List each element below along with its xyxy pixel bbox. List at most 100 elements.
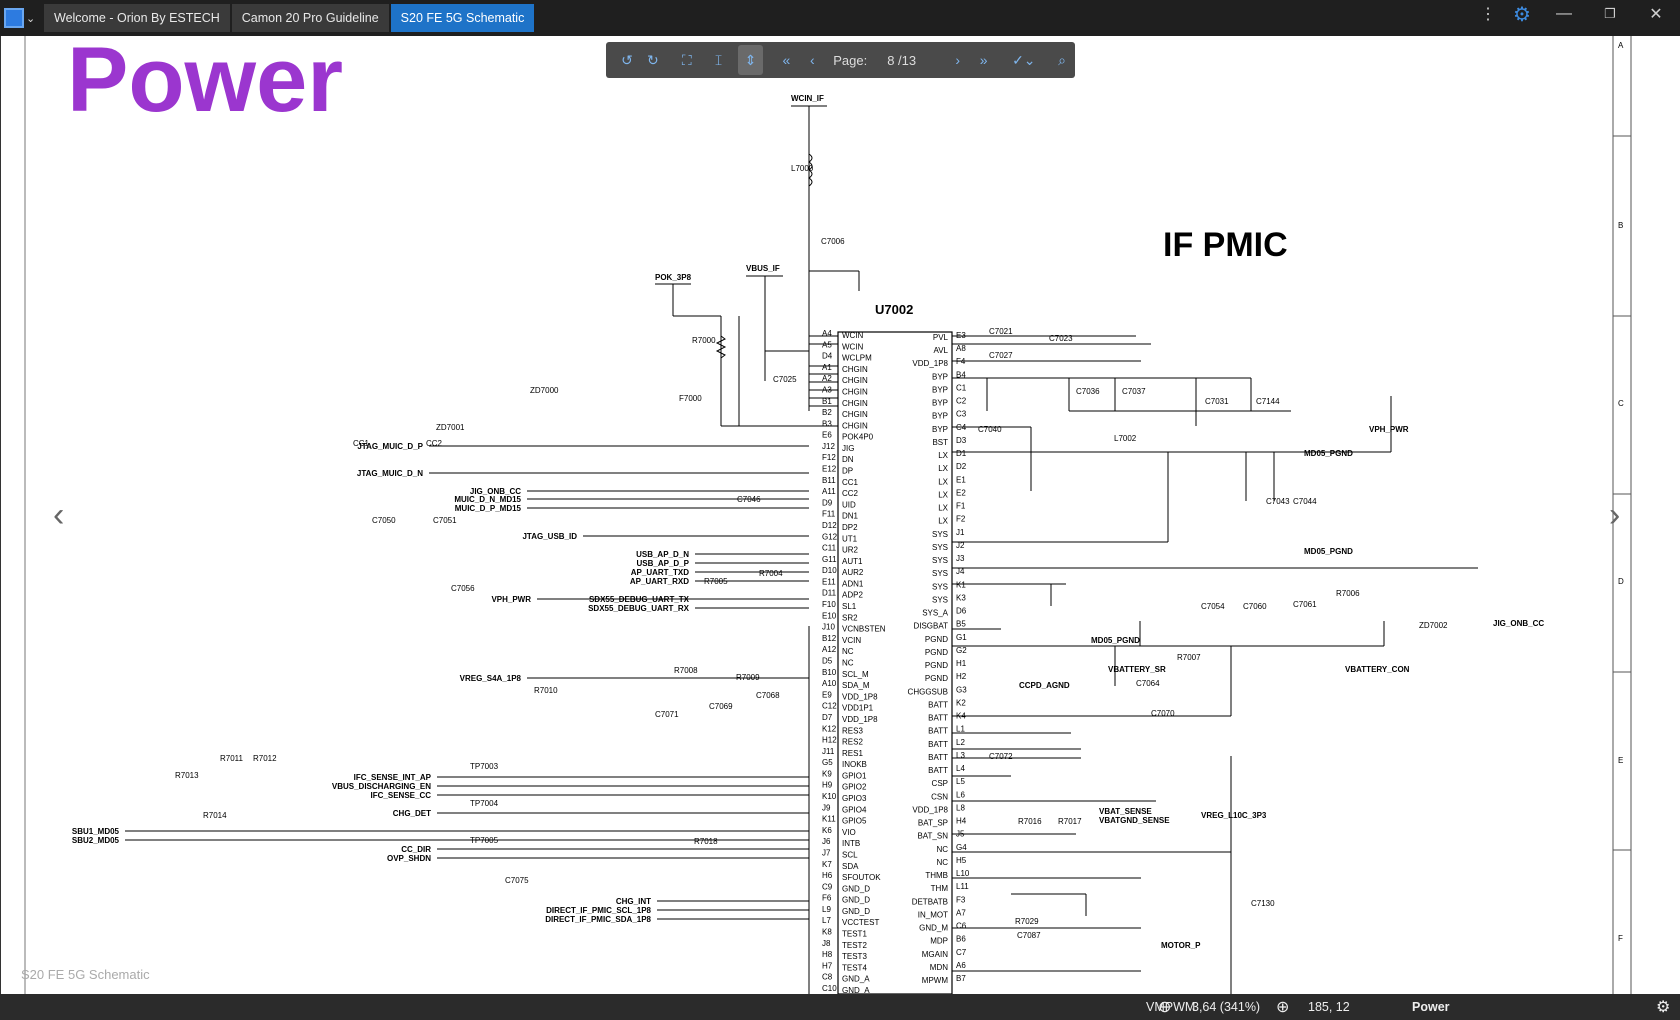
- chip-pin-name: RES1: [842, 749, 863, 758]
- chip-pin-name: BAT_SN: [917, 832, 948, 841]
- chip-pin-name: LX: [938, 490, 948, 499]
- chip-pin-name: SL1: [842, 602, 857, 611]
- rotate-right-icon[interactable]: ↻: [640, 45, 666, 75]
- chip-pin-ball: B6: [956, 935, 966, 944]
- chip-pin-ball: K8: [822, 928, 832, 937]
- chip-pin-ball: J10: [822, 623, 835, 632]
- component-designator: R7017: [1058, 817, 1082, 826]
- chip-pin-ball: G1: [956, 633, 967, 642]
- app-menu-button[interactable]: ⌄: [4, 4, 42, 32]
- component-designator: C7051: [433, 516, 457, 525]
- last-page-icon[interactable]: »: [971, 45, 997, 75]
- page-number-input[interactable]: 8 /13: [887, 53, 945, 68]
- component-designator: C7064: [1136, 679, 1160, 688]
- scroll-mode-icon[interactable]: ⇕: [737, 45, 764, 75]
- viewer-toolbar: ↺ ↻ ⛶ 𝙸 ⇕ « ‹ Page: 8 /13 › » ✓⌄ ⌕: [606, 42, 1075, 78]
- net-label: IFC_SENSE_INT_AP: [354, 773, 432, 782]
- close-icon[interactable]: ✕: [1636, 0, 1676, 28]
- chip-pin-ball: K2: [956, 698, 966, 707]
- ruler-letter: E: [1618, 756, 1623, 765]
- fit-page-icon[interactable]: ⛶: [674, 45, 700, 75]
- global-settings-icon[interactable]: ⚙: [1656, 997, 1670, 1017]
- chip-pin-ball: D4: [822, 352, 833, 361]
- doc-watermark: S20 FE 5G Schematic: [21, 967, 150, 982]
- chip-pin-ball: G3: [956, 685, 967, 694]
- component-designator: C7130: [1251, 899, 1275, 908]
- chip-pin-name: VCNBSTEN: [842, 625, 886, 634]
- chip-pin-name: WCLPM: [842, 354, 872, 363]
- next-page-arrow-icon[interactable]: ›: [1609, 496, 1620, 535]
- chip-pin-ball: E11: [822, 577, 836, 586]
- net-label: USB_AP_D_N: [636, 550, 689, 559]
- chip-pin-ball: L5: [956, 777, 965, 786]
- next-page-icon[interactable]: ›: [945, 45, 971, 75]
- chip-pin-name: GPIO3: [842, 794, 867, 803]
- chip-pin-name: POK4P0: [842, 433, 874, 442]
- chip-pin-ball: J1: [956, 528, 965, 537]
- rotate-left-icon[interactable]: ↺: [614, 45, 640, 75]
- component-designator: C7021: [989, 327, 1013, 336]
- chip-pin-name: RES3: [842, 726, 863, 735]
- chip-pin-ball: A11: [822, 487, 836, 496]
- chip-pin-ball: H12: [822, 736, 837, 745]
- chip-pin-ball: K6: [822, 826, 832, 835]
- text-select-icon[interactable]: 𝙸: [706, 45, 732, 75]
- chip-pin-ball: A6: [956, 961, 966, 970]
- chip-pin-name: SYS: [932, 582, 948, 591]
- component-designator: R7007: [1177, 653, 1201, 662]
- chip-pin-name: TEST2: [842, 941, 867, 950]
- net-label: MUIC_D_N_MD15: [454, 495, 521, 504]
- chip-pin-ball: B10: [822, 668, 837, 677]
- tab-camon-guideline[interactable]: Camon 20 Pro Guideline: [231, 4, 389, 32]
- chip-pin-name: GND_A: [842, 975, 870, 984]
- search-icon[interactable]: ⌕: [1049, 45, 1075, 75]
- ruler-letter: D: [1618, 577, 1624, 586]
- chip-pin-name: BAT_SP: [918, 819, 948, 828]
- component-designator: R7013: [175, 771, 199, 780]
- chip-pin-ball: F2: [956, 515, 966, 524]
- tab-s20-schematic[interactable]: S20 FE 5G Schematic: [390, 4, 535, 32]
- component-designator: ZD7001: [436, 423, 465, 432]
- chip-pin-ball: A5: [822, 340, 832, 349]
- settings-gear-icon[interactable]: ⚙: [1502, 0, 1542, 28]
- chip-pin-name: TEST4: [842, 963, 867, 972]
- previous-page-icon[interactable]: ‹: [799, 45, 825, 75]
- status-bar: VMPWM ⊖ 3,64 (341%) ⊕ 185, 12 Power ⚙: [0, 994, 1680, 1020]
- restore-icon[interactable]: ❐: [1590, 0, 1630, 28]
- chip-pin-ball: D10: [822, 566, 837, 575]
- chip-pin-ball: B3: [822, 419, 832, 428]
- annotate-tool-icon[interactable]: ✓⌄: [1007, 45, 1042, 75]
- net-label: DIRECT_IF_PMIC_SCL_1P8: [546, 906, 651, 915]
- net-label: VBATGND_SENSE: [1099, 816, 1170, 825]
- zoom-out-icon[interactable]: ⊖: [1158, 997, 1171, 1017]
- chip-pin-name: ADP2: [842, 591, 863, 600]
- chip-pin-name: MDP: [930, 937, 948, 946]
- component-designator: C7061: [1293, 600, 1317, 609]
- net-label: OVP_SHDN: [387, 854, 431, 863]
- component-designator: C7044: [1293, 497, 1317, 506]
- chip-pin-name: BYP: [932, 412, 948, 421]
- first-page-icon[interactable]: «: [773, 45, 799, 75]
- component-designator: C7072: [989, 752, 1013, 761]
- previous-page-arrow-icon[interactable]: ‹: [53, 496, 64, 535]
- minimize-icon[interactable]: —: [1544, 0, 1584, 28]
- chip-pin-ball: D3: [956, 436, 967, 445]
- zoom-in-icon[interactable]: ⊕: [1276, 997, 1289, 1017]
- chip-pin-name: BATT: [928, 753, 948, 762]
- chip-pin-ball: B5: [956, 620, 966, 629]
- component-designator: CC2: [426, 439, 443, 448]
- zoom-level: 3,64 (341%): [1192, 1000, 1261, 1014]
- chip-pin-ball: L11: [956, 882, 969, 891]
- chip-pin-name: INOKB: [842, 760, 867, 769]
- page-label: Page:: [833, 52, 868, 68]
- chip-pin-name: GND_D: [842, 884, 870, 893]
- document-viewer[interactable]: A B C D E F Power IF PMIC U7002 S20 FE 5…: [0, 29, 1680, 1003]
- chip-pin-ball: C2: [956, 397, 967, 406]
- chip-pin-ball: L10: [956, 869, 970, 878]
- chip-pin-ball: D7: [822, 713, 833, 722]
- chip-pin-ball: L3: [956, 751, 965, 760]
- tab-welcome[interactable]: Welcome - Orion By ESTECH: [44, 4, 230, 32]
- ruler-letter: A: [1618, 41, 1624, 50]
- chip-pin-ball: K3: [956, 593, 966, 602]
- chip-pin-ball: L2: [956, 738, 965, 747]
